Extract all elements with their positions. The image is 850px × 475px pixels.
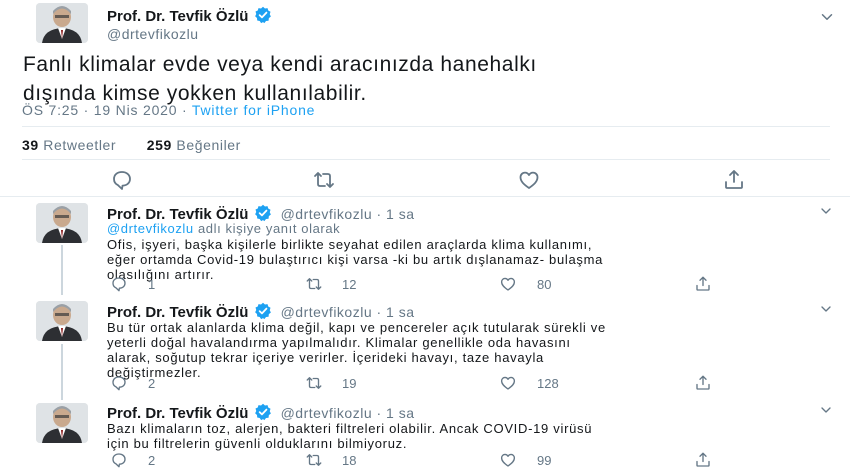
author-handle: @drtevfikozlu · 1 sa [280, 206, 415, 222]
avatar[interactable] [36, 403, 88, 443]
like-icon[interactable] [499, 451, 517, 469]
share-icon[interactable] [694, 275, 712, 293]
retweet-icon[interactable] [305, 451, 323, 469]
divider [0, 196, 850, 197]
tweet-text-line: Fanlı klimalar evde veya kendi aracınızd… [23, 53, 537, 76]
like-count: 128 [537, 376, 559, 391]
reply-icon[interactable] [110, 451, 128, 469]
divider [22, 126, 830, 127]
avatar[interactable] [36, 301, 88, 341]
author-name-row[interactable]: Prof. Dr. Tevfik Özlü @drtevfikozlu · 1 … [107, 302, 415, 321]
chevron-down-icon[interactable] [818, 203, 834, 219]
avatar-image [36, 203, 88, 243]
author-name: Prof. Dr. Tevfik Özlü [107, 304, 249, 321]
author-handle: @drtevfikozlu · 1 sa [280, 304, 415, 320]
reply-icon[interactable] [110, 374, 128, 392]
reply-count: 2 [148, 376, 156, 391]
author-name: Prof. Dr. Tevfik Özlü [107, 405, 249, 422]
share-icon[interactable] [722, 168, 746, 192]
verified-badge-icon [254, 6, 272, 24]
author-name-row[interactable]: Prof. Dr. Tevfik Özlü [107, 6, 272, 25]
reply-text-line: eğer ortamda Covid-19 bulaştırıcı kişi v… [107, 252, 604, 267]
author-handle: @drtevfikozlu · 1 sa [280, 405, 415, 421]
verified-badge-icon [254, 403, 272, 421]
verified-badge-icon [254, 204, 272, 222]
replying-to-handle[interactable]: @drtevfikozlu [107, 221, 194, 236]
reply-text-line: olasılığını artırır. [107, 267, 215, 282]
retweet-icon[interactable] [305, 275, 323, 293]
reply-text-line: alarak, soğutup tekrar içeriye verirler.… [107, 350, 544, 365]
reply-text: Bu tür ortak alanlarda klima değil, kapı… [107, 320, 827, 380]
author-name-row[interactable]: Prof. Dr. Tevfik Özlü @drtevfikozlu · 1 … [107, 403, 415, 422]
tweet-timestamp[interactable]: ÖS 7:25 · 19 Nis 2020 · [22, 102, 192, 118]
likes-count: 259 [146, 137, 172, 153]
like-icon[interactable] [499, 374, 517, 392]
reply-text: Bazı klimaların toz, alerjen, bakteri fi… [107, 421, 827, 451]
tweet-text: Fanlı klimalar evde veya kendi aracınızd… [23, 50, 823, 108]
thread-connector [61, 245, 63, 295]
reply-count: 1 [148, 277, 156, 292]
avatar-image [36, 301, 88, 341]
chevron-down-icon[interactable] [818, 8, 836, 26]
retweet-icon[interactable] [305, 374, 323, 392]
avatar[interactable] [36, 203, 88, 243]
verified-badge-icon [254, 302, 272, 320]
reply-text-line: yeterli doğal havalandırma yapılmalıdır.… [107, 335, 571, 350]
retweet-count: 19 [342, 376, 357, 391]
reply-text-line: için bu filtrelerin güvenli olduklarını … [107, 436, 408, 451]
reply-count: 2 [148, 453, 156, 468]
share-icon[interactable] [694, 451, 712, 469]
retweets-label: Retweetler [43, 137, 117, 153]
likes-stat[interactable]: 259 Beğeniler [147, 137, 241, 153]
retweet-count: 18 [342, 453, 357, 468]
like-count: 99 [537, 453, 552, 468]
chevron-down-icon[interactable] [818, 301, 834, 317]
retweet-count: 12 [342, 277, 357, 292]
thread-connector [61, 344, 63, 400]
avatar-image [36, 403, 88, 443]
avatar[interactable] [36, 3, 88, 43]
reply-icon[interactable] [110, 275, 128, 293]
avatar-image [36, 3, 88, 43]
reply-text-line: değiştirmezler. [107, 365, 202, 380]
tweet-source-link[interactable]: Twitter for iPhone [192, 102, 315, 118]
retweets-count: 39 [22, 137, 39, 153]
reply-text-line: Ofis, işyeri, başka kişilerle birlikte s… [107, 237, 593, 252]
replying-to-label: adlı kişiye yanıt olarak [193, 221, 341, 236]
reply-text: Ofis, işyeri, başka kişilerle birlikte s… [107, 237, 827, 282]
author-handle[interactable]: @drtevfikozlu [107, 26, 199, 42]
retweets-stat[interactable]: 39 Retweetler [22, 137, 116, 153]
share-icon[interactable] [694, 374, 712, 392]
reply-text-line: Bazı klimaların toz, alerjen, bakteri fi… [107, 421, 593, 436]
tweet-stats: 39 Retweetler 259 Beğeniler [22, 137, 241, 153]
reply-text-line: Bu tür ortak alanlarda klima değil, kapı… [107, 320, 606, 335]
chevron-down-icon[interactable] [818, 402, 834, 418]
likes-label: Beğeniler [176, 137, 241, 153]
like-count: 80 [537, 277, 552, 292]
reply-icon[interactable] [110, 168, 134, 192]
like-icon[interactable] [517, 168, 541, 192]
author-name: Prof. Dr. Tevfik Özlü [107, 8, 249, 25]
retweet-icon[interactable] [312, 168, 336, 192]
like-icon[interactable] [499, 275, 517, 293]
tweet-meta: ÖS 7:25 · 19 Nis 2020 · Twitter for iPho… [22, 102, 315, 118]
replying-to: @drtevfikozlu adlı kişiye yanıt olarak [107, 221, 340, 236]
divider [22, 159, 830, 160]
